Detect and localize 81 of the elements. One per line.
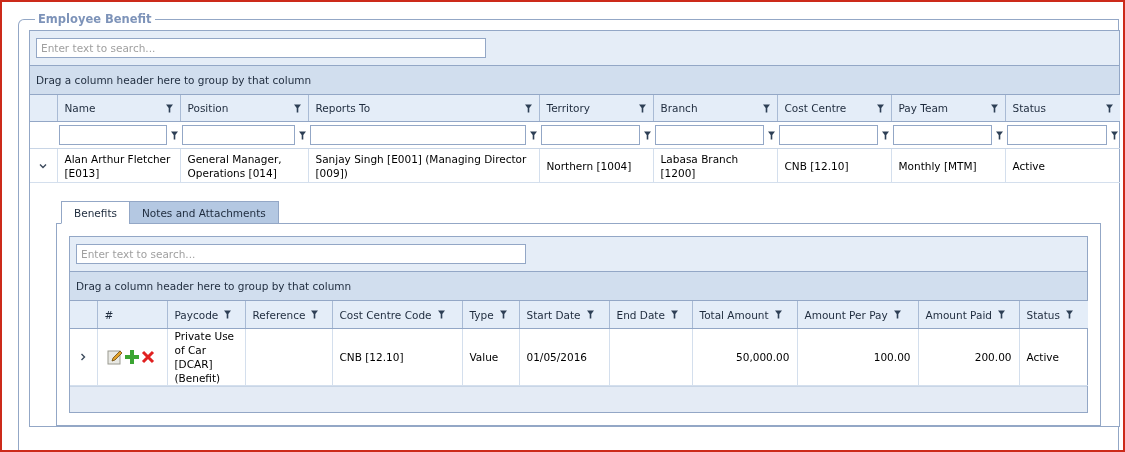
filter-field[interactable] [541,125,640,145]
group-panel: Drag a column header here to group by that column [30,66,1119,95]
column-header[interactable]: # [97,301,167,329]
filter-icon[interactable] [762,103,770,113]
plus-icon[interactable] [123,349,140,365]
table-cell: Labasa Branch [1200] [660,152,739,179]
table-cell: 50,000.00 [736,351,790,363]
column-header[interactable]: Status [1005,95,1120,122]
filter-icon[interactable] [996,130,1003,140]
filter-icon[interactable] [299,130,306,140]
table-cell: 01/05/2016 [526,351,588,363]
section-title: Employee Benefit [37,12,153,26]
column-header[interactable]: Reference [245,301,332,329]
column-header[interactable]: End Date [609,301,692,329]
filter-icon[interactable] [670,310,678,319]
table-cell: CNB [12.10] [784,159,849,172]
column-header[interactable]: Start Date [519,301,609,329]
column-header[interactable]: Cost Centre Code [332,301,462,329]
filter-field[interactable] [779,125,878,145]
filter-icon[interactable] [768,130,775,140]
filter-icon[interactable] [311,310,319,319]
column-header[interactable]: Total Amount [692,301,797,329]
filter-icon[interactable] [882,130,889,140]
filter-field[interactable] [310,125,526,145]
filter-icon[interactable] [165,103,173,113]
search-field[interactable]: Enter text to search... [76,244,526,264]
filter-icon[interactable] [437,310,445,319]
column-header[interactable]: Position [180,95,308,122]
collapse-icon[interactable] [39,161,47,170]
tab[interactable]: Notes and Attachments [129,201,279,224]
table-cell: Active [1012,159,1045,172]
column-header[interactable]: Paycode [167,301,245,329]
column-header[interactable]: Status [1019,301,1088,329]
column-header[interactable]: Amount Per Pay [797,301,918,329]
filter-icon[interactable] [876,103,884,113]
table-cell: Sanjay Singh [E001] (Managing Director [009]) [315,152,527,179]
table-cell: Northern [1004] [546,159,632,172]
filter-field[interactable] [893,125,992,145]
filter-icon[interactable] [1111,130,1118,140]
tab[interactable]: Benefits [61,201,130,224]
filter-icon[interactable] [893,310,901,319]
column-header[interactable]: Type [462,301,519,329]
table-cell: General Manager, Operations [014] [187,152,282,179]
filter-icon[interactable] [990,103,998,113]
column-header[interactable]: Amount Paid [918,301,1019,329]
table-cell: Monthly [MTM] [898,159,977,172]
table-cell: 200.00 [974,351,1012,363]
delete-icon[interactable] [140,350,155,364]
table-cell: Alan Arthur Fletcher [E013] [64,152,171,179]
column-header[interactable]: Name [57,95,180,122]
column-header[interactable]: Territory [539,95,653,122]
group-panel: Drag a column header here to group by that column [70,272,1087,301]
filter-icon[interactable] [224,310,232,319]
expand-icon[interactable] [79,353,87,361]
filter-icon[interactable] [638,103,646,113]
table-cell: CNB [12.10] [339,351,404,363]
filter-field[interactable] [655,125,764,145]
table-cell: Private Use of Car [DCAR] (Benefit) [174,330,235,384]
filter-icon[interactable] [171,130,178,140]
filter-icon[interactable] [530,130,537,140]
filter-icon[interactable] [998,310,1005,319]
filter-field[interactable] [182,125,295,145]
search-field[interactable]: Enter text to search... [36,38,486,58]
filter-icon[interactable] [1065,310,1073,319]
column-header[interactable]: Pay Team [891,95,1005,122]
pencil-icon[interactable] [106,349,123,365]
filter-field[interactable] [1007,125,1107,145]
filter-icon[interactable] [644,130,651,140]
filter-icon[interactable] [293,103,301,113]
column-header[interactable]: Cost Centre [777,95,891,122]
filter-icon[interactable] [1106,103,1113,113]
filter-icon[interactable] [524,103,532,113]
column-header[interactable]: Branch [653,95,777,122]
column-header[interactable]: Reports To [308,95,539,122]
filter-field[interactable] [59,125,167,145]
table-cell: Value [469,351,499,363]
filter-icon[interactable] [586,310,594,319]
table-cell: Active [1026,351,1059,363]
filter-icon[interactable] [499,310,507,319]
filter-icon[interactable] [774,310,782,319]
table-cell: 100.00 [873,351,911,363]
